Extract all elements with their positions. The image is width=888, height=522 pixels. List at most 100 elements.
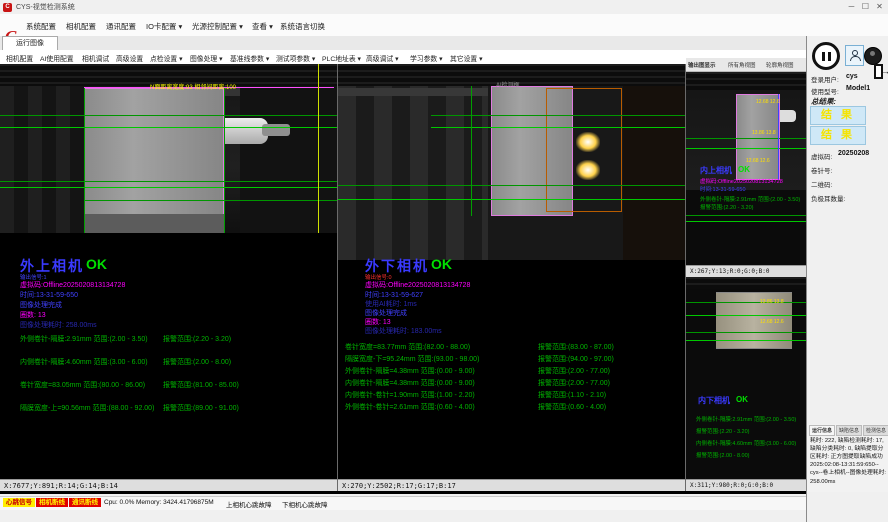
left-status-ok: OK: [86, 256, 107, 272]
center-barcode: 虚拟码:Offline2025020813134728: [365, 280, 470, 290]
left-image-label: N面距离宽度:93 相邻间距离:100: [150, 82, 236, 91]
left-process-done: 图像处理完成: [20, 300, 62, 310]
left-alarm-row: 报警范围:(89.00 - 91.00): [163, 403, 239, 413]
center-measure-row: 内侧卷针-卷针=1.90mm 范围:(1.00 - 2.20): [345, 390, 475, 400]
mini-top-label: 12.68 12.6: [746, 158, 770, 164]
mini-bottom-ok: OK: [736, 395, 748, 404]
left-time: 时间:13-31-59-650: [20, 290, 78, 300]
mini-bottom-measure: 内侧卷针-隔膜:4.60mm 范围:(3.00 - 6.00): [696, 439, 796, 447]
left-alarm-row: 报警范围:(81.00 - 85.00): [163, 380, 239, 390]
mini-bottom-label: 12.68 12.6: [760, 319, 784, 325]
menu-language-switch[interactable]: 系统语言切换: [280, 21, 325, 32]
mini-top-view[interactable]: 12.68 12.6 13.86 13.8 12.68 12.6 内上相机 OK…: [686, 72, 806, 265]
tool-camera-config[interactable]: 相机配置: [6, 53, 33, 63]
left-camera-image: N面距离宽度:93 相邻间距离:100: [0, 64, 337, 233]
center-alarm-row: 报警范围:(2.00 - 77.00): [538, 366, 610, 376]
mini-top-label: 13.86 13.8: [752, 130, 776, 136]
mini-top-title: 内上相机: [700, 165, 732, 176]
virtual-code-label: 虚拟码:: [811, 151, 832, 161]
logout-button[interactable]: →: [874, 63, 888, 82]
center-camera-image: AI检测框: [338, 64, 685, 260]
user-button[interactable]: [845, 45, 864, 66]
center-measure-row: 外侧卷针-隔膜=4.38mm 范围:(0.00 - 9.00): [345, 366, 475, 376]
left-coordinate-bar: X:7677;Y:891;R:14;G:14;B:14: [0, 479, 337, 491]
center-alarm-row: 报警范围:(94.00 - 97.00): [538, 354, 614, 364]
mini-tab-angles[interactable]: 所有角视图: [728, 61, 756, 69]
tab-strip: [0, 36, 888, 51]
tool-camera-debug[interactable]: 相机调试: [82, 53, 109, 63]
mini-top-alarm: 报警范围:(2.20 - 3.20): [700, 203, 754, 211]
heartbeat-badge: 心跳信号: [3, 498, 35, 507]
center-alarm-row: 报警范围:(0.60 - 4.00): [538, 402, 606, 412]
center-image-label: AI检测框: [496, 80, 520, 89]
result-box-1: 结 果: [810, 106, 866, 125]
close-icon[interactable]: ✕: [873, 1, 886, 12]
center-alarm-row: 报警范围:(2.00 - 77.00): [538, 378, 610, 388]
pause-icon: [828, 52, 831, 61]
menu-comm-config[interactable]: 通讯配置: [106, 21, 136, 32]
tool-advanced-set[interactable]: 高级设置: [116, 53, 143, 63]
result-box-2: 结 果: [810, 126, 866, 145]
menu-io-config[interactable]: IO卡配置 ▾: [146, 21, 182, 32]
mini-tab-strip: 输出图显示 所有角视图 轮廓角视图: [686, 58, 806, 72]
lower-camera-status: 下相机心跳故障: [282, 499, 328, 509]
camera-offline-badge: 相机断线: [36, 498, 68, 507]
tab-run-image[interactable]: 运行图像: [2, 36, 58, 50]
mini-top-time: 时间:13-31-59-650: [700, 185, 746, 193]
log-panel: 运行信息 缺陷信息 检测信息 耗时: 222, 缺陷检测耗时: 17, 缺陷分类…: [806, 424, 888, 492]
upper-camera-status: 上相机心跳故障: [226, 499, 272, 509]
left-measure-row: 卷针宽度=83.05mm 范围:(80.00 - 86.00): [20, 380, 145, 390]
center-coordinate-bar: X:270;Y:2502;R:17;G:17;B:17: [338, 479, 685, 491]
left-turn-count: 圈数: 13: [20, 310, 46, 320]
left-cell-region: [84, 88, 224, 233]
minimize-icon[interactable]: ─: [845, 1, 858, 12]
center-measure-row: 内侧卷针-隔膜=4.38mm 范围:(0.00 - 9.00): [345, 378, 475, 388]
menu-light-config[interactable]: 光源控制配置 ▾: [192, 21, 243, 32]
tool-plc-table[interactable]: PLC地址表 ▾: [322, 53, 361, 63]
tool-baseline-param[interactable]: 基准线参数 ▾: [230, 53, 269, 63]
mini-tab-contour[interactable]: 轮廓角视图: [766, 61, 794, 69]
menu-view[interactable]: 查看 ▾: [252, 21, 273, 32]
center-process-time: 图像处理耗时: 183.00ms: [365, 326, 442, 336]
tool-advanced-debug[interactable]: 高级调试 ▾: [366, 53, 399, 63]
mini-top-measure: 外侧卷针-隔膜:2.91mm 范围:(2.00 - 3.50): [700, 195, 800, 203]
center-alarm-row: 报警范围:(83.00 - 87.00): [538, 342, 614, 352]
cpu-usage: Cpu: 0.0%: [104, 499, 134, 506]
maximize-icon[interactable]: ☐: [859, 1, 872, 12]
mini-bottom-view[interactable]: 13.86 13.8 12.68 12.6 内下相机 OK 外侧卷针-隔膜:2.…: [686, 277, 806, 479]
tool-other-set[interactable]: 其它设置 ▾: [450, 53, 483, 63]
left-measure-row: 隔膜宽度-上=90.56mm 范围:(88.00 - 92.00): [20, 403, 154, 413]
model-value[interactable]: Model1: [846, 85, 870, 92]
menu-camera-config[interactable]: 相机配置: [66, 21, 96, 32]
pause-button[interactable]: [812, 42, 840, 70]
tool-spotcheck-set[interactable]: 点检设置 ▾: [150, 53, 183, 63]
mini-bottom-coordinate-bar: X:311;Y:980;R:0;G:0;B:0: [686, 479, 806, 491]
center-measure-row: 隔膜宽度-下=95.24mm 范围:(93.00 - 98.00): [345, 354, 479, 364]
menu-system-config[interactable]: 系统配置: [26, 21, 56, 32]
mini-bottom-label: 13.86 13.8: [760, 299, 784, 305]
login-user-value: cys: [846, 73, 858, 80]
mini-top-coordinate-bar: X:267;Y:13;R:0;G:0;B:0: [686, 265, 806, 277]
app-icon: C: [3, 3, 12, 12]
tool-learn-param[interactable]: 学习参数 ▾: [410, 53, 443, 63]
left-measure-row: 外侧卷针-隔膜:2.91mm 范围:(2.00 - 3.50): [20, 334, 148, 344]
center-alarm-row: 报警范围:(1.10 - 2.10): [538, 390, 606, 400]
center-measure-row: 卷针宽度=83.77mm 范围:(82.00 - 88.00): [345, 342, 470, 352]
tool-test-param[interactable]: 测试项参数 ▾: [276, 53, 315, 63]
left-measure-row: 内侧卷针-隔膜:4.60mm 范围:(3.00 - 6.00): [20, 357, 148, 367]
comm-offline-badge: 通讯断线: [69, 498, 101, 507]
tool-image-process[interactable]: 图像处理 ▾: [190, 53, 223, 63]
mini-top-ok: OK: [738, 165, 750, 174]
left-barcode: 虚拟码:Offline2025020813134728: [20, 280, 125, 290]
pin-number-label: 卷针号:: [811, 165, 832, 175]
virtual-code-value: 20250208: [838, 150, 869, 157]
user-icon: [850, 50, 860, 61]
pause-icon: [822, 52, 825, 61]
center-status-ok: OK: [431, 256, 452, 272]
mini-bottom-measure: 外侧卷针-隔膜:2.91mm 范围:(2.00 - 3.50): [696, 415, 796, 423]
mini-tab-output[interactable]: 输出图显示: [688, 61, 716, 69]
left-process-time: 图像处理耗时: 258.00ms: [20, 320, 97, 330]
tab-count-label: 负极耳数量:: [811, 193, 845, 203]
mini-bottom-alarm: 报警范围:(2.00 - 8.00): [696, 451, 750, 459]
tool-ai-config[interactable]: AI使用配置: [40, 53, 74, 63]
